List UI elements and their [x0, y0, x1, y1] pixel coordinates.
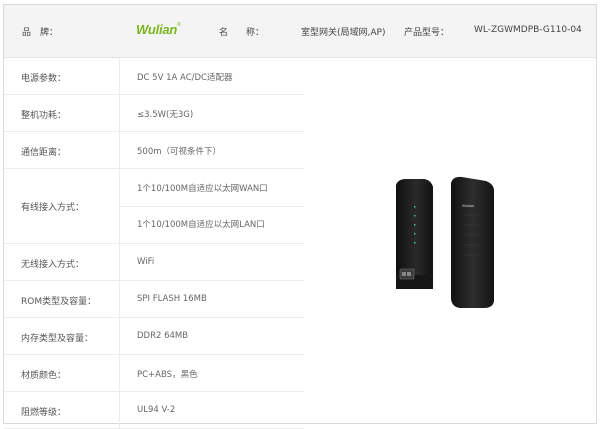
model-label: 产品型号： [404, 28, 450, 38]
spec-label: 材质颜色： [21, 371, 67, 381]
spec-label: 阻燃等级： [21, 408, 67, 418]
spec-row-consumption: 整机功耗： ≤3.5W(无3G) [4, 95, 304, 132]
gateway-device-illustration: Wulian [396, 176, 494, 308]
model-value: WL-ZGWMDPB-G110-04 [474, 25, 582, 35]
spec-value: DDR2 64MB [137, 331, 189, 341]
spec-label: 电源参数： [21, 74, 67, 84]
spec-label: 通信距离： [21, 148, 67, 158]
product-image: Wulian [384, 171, 504, 316]
spec-value: WiFi [137, 257, 155, 267]
spec-value: 500m（可视条件下） [137, 147, 222, 157]
device-brand-label: Wulian [462, 203, 474, 208]
spec-label: 整机功耗： [21, 111, 67, 121]
spec-value: ≤3.5W(无3G) [137, 110, 194, 120]
spec-value: PC+ABS，黑色 [137, 370, 198, 380]
name-value: 室型网关(局域网,AP) [301, 28, 386, 38]
spec-value: UL94 V-2 [137, 405, 176, 415]
spec-label: 无线接入方式： [21, 260, 85, 270]
spec-row-wireless: 无线接入方式： WiFi [4, 244, 304, 281]
spec-sheet: 品 牌： Wulian® 名 称： 室型网关(局域网,AP) 产品型号： WL-… [3, 4, 597, 429]
spec-row-memory: 内存类型及容量： DDR2 64MB [4, 318, 304, 355]
name-label: 名 称： [219, 28, 265, 38]
spec-table: 电源参数： DC 5V 1A AC/DC适配器 整机功耗： ≤3.5W(无3G)… [4, 58, 304, 429]
spec-header: 品 牌： Wulian® 名 称： 室型网关(局域网,AP) 产品型号： WL-… [4, 5, 596, 58]
spec-row-flame: 阻燃等级： UL94 V-2 [4, 392, 304, 429]
spec-value: SPI FLASH 16MB [137, 294, 207, 304]
spec-row-wired: 有线接入方式： 1个10/100M自适应以太网WAN口 1个10/100M自适应… [4, 169, 304, 244]
spec-value-lan: 1个10/100M自适应以太网LAN口 [137, 220, 265, 230]
brand-label: 品 牌： [22, 28, 59, 38]
spec-label: ROM类型及容量： [21, 297, 97, 307]
spec-value: DC 5V 1A AC/DC适配器 [137, 73, 233, 83]
spec-value-wan: 1个10/100M自适应以太网WAN口 [137, 184, 268, 194]
spec-row-range: 通信距离： 500m（可视条件下） [4, 132, 304, 169]
spec-row-material: 材质颜色： PC+ABS，黑色 [4, 355, 304, 392]
spec-row-power: 电源参数： DC 5V 1A AC/DC适配器 [4, 58, 304, 95]
spec-row-rom: ROM类型及容量： SPI FLASH 16MB [4, 281, 304, 318]
spec-label: 有线接入方式： [21, 203, 85, 213]
spec-label: 内存类型及容量： [21, 334, 94, 344]
brand-logo: Wulian® [136, 22, 181, 37]
